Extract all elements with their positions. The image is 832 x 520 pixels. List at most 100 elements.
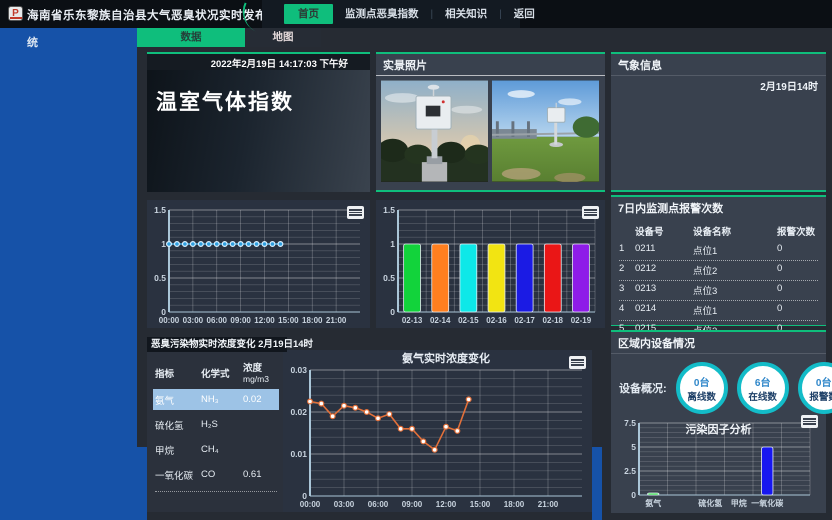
pollutant-row[interactable]: 硫化氢H₂S — [153, 414, 279, 435]
svg-text:7.5: 7.5 — [624, 418, 636, 428]
tab-data[interactable]: 数据 — [137, 28, 245, 47]
table-cell: 0 — [777, 263, 818, 277]
greeting-panel: 2022年2月19日 14:17:03 下午好 温室气体指数 — [147, 52, 370, 192]
app-title: 海南省乐东黎族自治县大气恶臭状况实时发布系 — [27, 7, 279, 23]
chart-menu-icon[interactable] — [801, 415, 818, 428]
svg-text:02-18: 02-18 — [543, 316, 564, 325]
svg-text:一氧化碳: 一氧化碳 — [751, 498, 784, 508]
table-divider — [155, 491, 277, 492]
stat-value: 6台 — [755, 374, 771, 389]
table-row: 20212点位20 — [619, 261, 818, 281]
page-title: 温室气体指数 — [156, 86, 370, 116]
svg-text:2.5: 2.5 — [624, 466, 636, 476]
site-photo-dusk[interactable] — [381, 80, 488, 182]
table-cell: 点位1 — [693, 243, 777, 257]
table-cell: 0213 — [635, 283, 693, 297]
table-cell: 1 — [619, 243, 635, 257]
svg-text:0.5: 0.5 — [154, 273, 166, 283]
svg-text:09:00: 09:00 — [402, 500, 423, 509]
svg-text:18:00: 18:00 — [504, 500, 525, 509]
site-photo-dusk-image — [381, 80, 488, 182]
stat-value: 0台 — [816, 374, 832, 389]
nav-item-odor-index[interactable]: 监测点恶臭指数 — [333, 4, 431, 24]
table-cell: 3 — [619, 283, 635, 297]
sidebar: 统 — [0, 28, 137, 520]
nav-item-home[interactable]: 首页 — [284, 4, 333, 24]
table-cell: 0.61 — [243, 469, 277, 480]
photos-panel-title: 实景照片 — [376, 54, 605, 76]
device-stat-circle: 0台报警数 — [798, 362, 832, 414]
view-tabs: 数据 地图 — [137, 28, 321, 47]
table-cell: 0214 — [635, 303, 693, 317]
table-cell: 0 — [777, 283, 818, 297]
svg-text:1: 1 — [390, 239, 395, 249]
site-photo-field-image — [492, 80, 599, 182]
pollution-factor-chart: 02.557.5氨气硫化氢甲烷一氧化碳 — [617, 413, 820, 511]
svg-text:0.5: 0.5 — [383, 273, 395, 283]
nav-item-knowledge[interactable]: 相关知识 — [433, 4, 499, 24]
table-cell: CO — [201, 469, 243, 480]
svg-text:甲烷: 甲烷 — [731, 498, 747, 508]
svg-text:硫化氢: 硫化氢 — [698, 498, 722, 508]
svg-text:1.5: 1.5 — [154, 205, 166, 215]
table-cell: 点位1 — [693, 303, 777, 317]
photos-panel: 实景照片 — [376, 52, 605, 192]
chart-menu-icon[interactable] — [347, 206, 364, 219]
weather-time-label: 2月19日14时 — [611, 76, 826, 93]
svg-text:1.5: 1.5 — [383, 205, 395, 215]
table-cell: 点位2 — [693, 263, 777, 277]
main-nav: 首页 监测点恶臭指数 | 相关知识 | 返回 — [262, 0, 520, 28]
pollutant-row[interactable]: 一氧化碳CO0.61 — [153, 464, 279, 485]
devices-panel-title: 区域内设备情况 — [611, 332, 826, 354]
pollutant-row[interactable]: 氨气NH₃0.02 — [153, 389, 279, 410]
svg-text:0.03: 0.03 — [290, 365, 307, 375]
svg-text:氨气: 氨气 — [645, 498, 661, 508]
device-overview-row: 设备概况: 0台离线数6台在线数0台报警数 — [611, 354, 826, 414]
pollutant-row[interactable]: 甲烷CH₄ — [153, 439, 279, 460]
device-overview-label: 设备概况: — [619, 380, 667, 396]
nav-item-back[interactable]: 返回 — [502, 4, 547, 24]
chart-menu-icon[interactable] — [582, 206, 599, 219]
svg-text:21:00: 21:00 — [538, 500, 559, 509]
nh3-concentration-chart: 00.010.020.0300:0003:0006:0009:0012:0015… — [283, 350, 592, 512]
table-cell: 2 — [619, 263, 635, 277]
svg-text:03:00: 03:00 — [183, 316, 204, 325]
pollutant-col-formula: 化学式 — [201, 366, 243, 380]
pollutant-panel-title: 恶臭污染物实时浓度变化 2月19日14时 — [147, 337, 287, 352]
background-gap — [137, 447, 147, 520]
svg-text:02-19: 02-19 — [571, 316, 592, 325]
table-cell: 一氧化碳 — [155, 468, 201, 482]
svg-text:02-16: 02-16 — [486, 316, 507, 325]
table-row: 10211点位10 — [619, 241, 818, 261]
alarm-col-count: 报警次数 — [777, 224, 818, 238]
table-cell: 0 — [777, 303, 818, 317]
site-photo-field[interactable] — [492, 80, 599, 182]
svg-text:21:00: 21:00 — [326, 316, 347, 325]
stat-label: 离线数 — [687, 389, 716, 403]
svg-text:02-17: 02-17 — [514, 316, 535, 325]
svg-text:06:00: 06:00 — [207, 316, 228, 325]
svg-text:氨气实时浓度变化: 氨气实时浓度变化 — [402, 351, 490, 365]
dashboard-page: P 海南省乐东黎族自治县大气恶臭状况实时发布系 首页 监测点恶臭指数 | 相关知… — [0, 0, 832, 520]
alarm-col-device-name: 设备名称 — [693, 224, 777, 238]
pollutant-table-body: 氨气NH₃0.02 硫化氢H₂S 甲烷CH₄ 一氧化碳CO0.61 — [153, 389, 279, 485]
stat-label: 在线数 — [748, 389, 777, 403]
top-bar: P 海南省乐东黎族自治县大气恶臭状况实时发布系 首页 监测点恶臭指数 | 相关知… — [0, 0, 832, 28]
table-cell: 4 — [619, 303, 635, 317]
svg-text:00:00: 00:00 — [159, 316, 180, 325]
alarm-table-panel: 7日内监测点报警次数 设备号 设备名称 报警次数 10211点位1020212点… — [611, 195, 826, 326]
table-cell: 硫化氢 — [155, 418, 201, 432]
svg-text:03:00: 03:00 — [334, 500, 355, 509]
svg-text:12:00: 12:00 — [254, 316, 275, 325]
device-stat-circle: 6台在线数 — [737, 362, 789, 414]
pollutant-table-header: 指标 化学式 浓度 mg/m3 — [153, 358, 279, 387]
svg-text:0: 0 — [390, 307, 395, 317]
table-cell: H₂S — [201, 419, 243, 430]
pollutant-unit-label: mg/m3 — [243, 374, 269, 384]
svg-text:02-13: 02-13 — [402, 316, 423, 325]
svg-text:0: 0 — [631, 490, 636, 500]
chart-menu-icon[interactable] — [569, 356, 586, 369]
svg-text:0.01: 0.01 — [290, 449, 307, 459]
weather-panel: 气象信息 2月19日14时 — [611, 52, 826, 192]
photos-row — [376, 76, 605, 186]
